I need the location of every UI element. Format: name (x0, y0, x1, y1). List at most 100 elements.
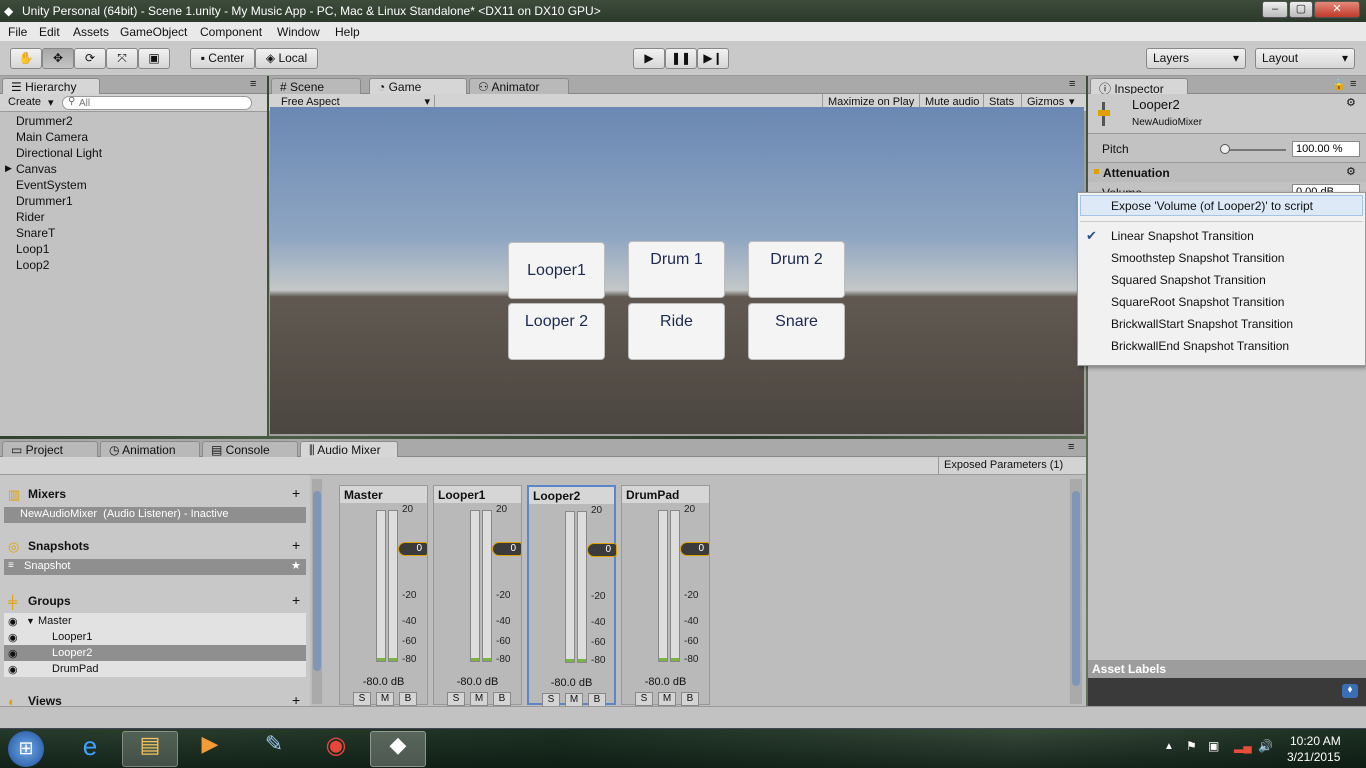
looper1-button[interactable]: Looper1 (508, 242, 605, 299)
hierarchy-item[interactable]: Main Camera (16, 130, 88, 144)
move-tool-icon[interactable]: ✥ (42, 48, 74, 69)
create-dropdown[interactable]: Create (8, 96, 41, 108)
panel-menu-icon[interactable]: ≡ (1350, 78, 1356, 90)
meter-tick-label: -40 (496, 616, 511, 627)
hierarchy-search-input[interactable] (62, 96, 252, 110)
tray-time[interactable]: 10:20 AM (1290, 734, 1341, 748)
mute-button[interactable]: M (470, 692, 488, 706)
layout-dropdown[interactable]: Layout ▾ (1255, 48, 1355, 69)
solo-button[interactable]: S (635, 692, 653, 706)
ride-button[interactable]: Ride (628, 303, 725, 360)
snare-button[interactable]: Snare (748, 303, 845, 360)
drum2-button[interactable]: Drum 2 (748, 241, 845, 298)
rect-tool-icon[interactable]: ▣ (138, 48, 170, 69)
tray-arrow-icon[interactable]: ▲ (1164, 741, 1174, 752)
transition-menu-item[interactable]: SquareRoot Snapshot Transition (1111, 295, 1284, 309)
volume-fader-handle[interactable]: 0 (680, 542, 710, 556)
tray-date[interactable]: 3/21/2015 (1287, 750, 1340, 764)
chrome-icon[interactable]: ◉ (308, 731, 364, 767)
network-icon[interactable]: ▂▄ (1234, 739, 1252, 753)
tab-scene[interactable]: # Scene (271, 78, 361, 94)
hierarchy-item[interactable]: Drummer2 (16, 114, 73, 128)
menu-window[interactable]: Window (277, 25, 320, 39)
solo-button[interactable]: S (353, 692, 371, 706)
tab-animator[interactable]: ⚇ Animator (469, 78, 569, 94)
device-icon[interactable]: ▣ (1208, 739, 1219, 753)
pitch-value-field[interactable] (1292, 141, 1360, 157)
tab-game[interactable]: ◔ Game (369, 78, 467, 94)
transition-menu-item[interactable]: BrickwallStart Snapshot Transition (1111, 317, 1293, 331)
step-icon[interactable]: ▶❙ (697, 48, 729, 69)
transition-menu-item[interactable]: BrickwallEnd Snapshot Transition (1111, 339, 1289, 353)
menu-component[interactable]: Component (200, 25, 262, 39)
hierarchy-item[interactable]: Rider (16, 210, 45, 224)
menu-assets[interactable]: Assets (73, 25, 109, 39)
menu-bar: File Edit Assets GameObject Component Wi… (0, 22, 1366, 42)
transition-menu-item[interactable]: Squared Snapshot Transition (1111, 273, 1266, 287)
play-icon[interactable]: ▶ (633, 48, 665, 69)
rotate-tool-icon[interactable]: ⟳ (74, 48, 106, 69)
pitch-slider-knob[interactable] (1220, 144, 1231, 154)
menu-gameobject[interactable]: GameObject (120, 25, 187, 39)
minimize-button[interactable]: – (1262, 1, 1288, 18)
mixer-strip-master[interactable]: Master 20 -20 -40 -60 -80 0 -80.0 dB S M B (339, 485, 428, 706)
hierarchy-item[interactable]: Loop2 (16, 258, 49, 272)
menu-edit[interactable]: Edit (39, 25, 60, 39)
pivot-local-button[interactable]: ◈ Local (255, 48, 318, 69)
paint-icon[interactable]: ✎ (246, 731, 302, 767)
tab-hierarchy[interactable]: ☰ Hierarchy (2, 78, 100, 94)
bypass-button[interactable]: B (399, 692, 417, 706)
hierarchy-item[interactable]: Drummer1 (16, 194, 73, 208)
pivot-center-button[interactable]: ▪ Center (190, 48, 255, 69)
gear-icon[interactable]: ⚙ (1346, 165, 1356, 178)
drum1-button[interactable]: Drum 1 (628, 241, 725, 298)
hierarchy-item[interactable]: SnareT (16, 226, 55, 240)
start-button-icon[interactable]: ⊞ (8, 731, 44, 767)
gear-icon[interactable]: ⚙ (1346, 96, 1356, 109)
flag-icon[interactable]: ⚑ (1186, 739, 1197, 753)
volume-fader-handle[interactable]: 0 (398, 542, 428, 556)
layers-dropdown[interactable]: Layers ▾ (1146, 48, 1246, 69)
internet-explorer-icon[interactable]: e (62, 731, 118, 767)
hierarchy-item[interactable]: Canvas (16, 162, 57, 176)
maximize-button[interactable]: ▢ (1289, 1, 1313, 18)
search-icon: ⚲ (68, 96, 76, 107)
file-explorer-icon[interactable]: ▤ (122, 731, 178, 767)
mixer-strip-looper2[interactable]: Looper2 20 -20 -40 -60 -80 0 -80.0 dB S M B (527, 485, 617, 707)
pitch-slider-track[interactable] (1222, 149, 1286, 151)
transition-menu-item[interactable]: Smoothstep Snapshot Transition (1111, 251, 1284, 265)
hierarchy-item[interactable]: EventSystem (16, 178, 87, 192)
scale-tool-icon[interactable]: ⤧ (106, 48, 138, 69)
menu-file[interactable]: File (8, 25, 27, 39)
animator-tab-label: Animator (491, 80, 540, 94)
looper2-button[interactable]: Looper 2 (508, 303, 605, 360)
tab-inspector[interactable]: ⓘ Inspector (1090, 78, 1188, 96)
panel-menu-icon[interactable]: ≡ (250, 78, 256, 90)
hierarchy-item[interactable]: Directional Light (16, 146, 102, 160)
bypass-button[interactable]: B (493, 692, 511, 706)
hierarchy-item[interactable]: Loop1 (16, 242, 49, 256)
bypass-button[interactable]: B (681, 692, 699, 706)
tag-icon[interactable]: ⬧ (1342, 684, 1358, 698)
transition-menu-item[interactable]: Linear Snapshot Transition (1111, 229, 1254, 243)
hand-tool-icon[interactable]: ✋ (10, 48, 42, 69)
mixer-strip-drumpad[interactable]: DrumPad 20 -20 -40 -60 -80 0 -80.0 dB S M B (621, 485, 710, 706)
mute-button[interactable]: M (565, 693, 583, 707)
solo-button[interactable]: S (542, 693, 560, 707)
panel-menu-icon[interactable]: ≡ (1069, 78, 1075, 90)
pause-icon[interactable]: ❚❚ (665, 48, 697, 69)
volume-fader-handle[interactable]: 0 (587, 543, 617, 557)
solo-button[interactable]: S (447, 692, 465, 706)
bypass-button[interactable]: B (588, 693, 606, 707)
mute-button[interactable]: M (376, 692, 394, 706)
expand-arrow-icon[interactable]: ▶ (5, 163, 12, 174)
speaker-icon[interactable]: 🔊 (1258, 739, 1273, 753)
close-button[interactable]: ✕ (1314, 1, 1360, 18)
mute-button[interactable]: M (658, 692, 676, 706)
media-player-icon[interactable]: ▶ (182, 731, 238, 767)
unity-taskbar-icon[interactable]: ◆ (370, 731, 426, 767)
menu-help[interactable]: Help (335, 25, 360, 39)
lock-icon[interactable]: 🔒 (1332, 78, 1346, 91)
volume-fader-handle[interactable]: 0 (492, 542, 522, 556)
mixer-strip-looper1[interactable]: Looper1 20 -20 -40 -60 -80 0 -80.0 dB S M B (433, 485, 522, 706)
